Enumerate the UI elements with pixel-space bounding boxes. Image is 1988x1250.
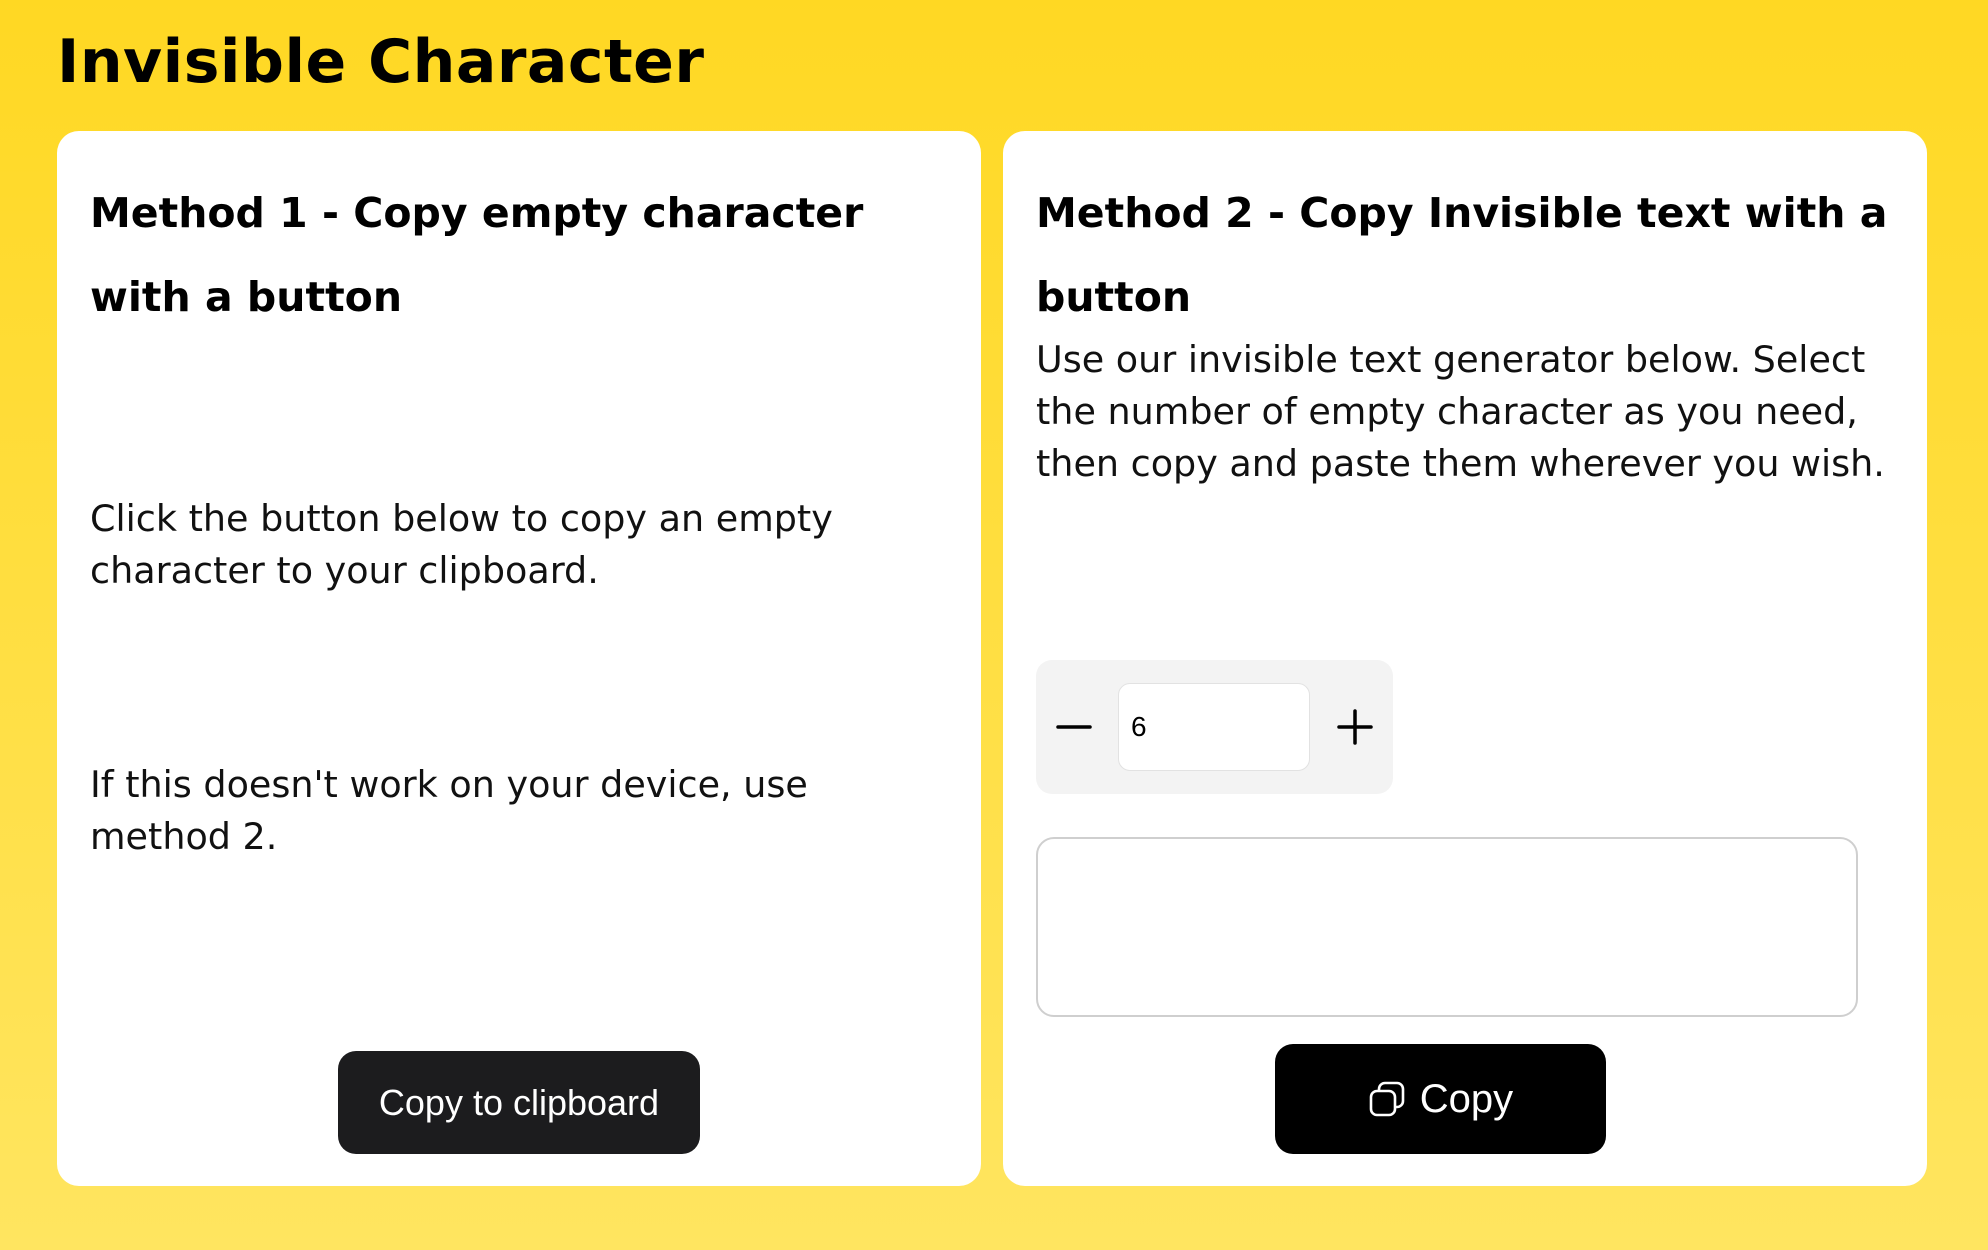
decrement-button[interactable] [1036, 660, 1112, 794]
copy-icon [1368, 1080, 1406, 1118]
increment-button[interactable] [1317, 660, 1393, 794]
method-2-heading: Method 2 - Copy Invisible text with a bu… [1036, 189, 1888, 321]
minus-icon [1036, 725, 1112, 797]
character-count-input[interactable] [1118, 683, 1310, 771]
invisible-text-output[interactable] [1036, 837, 1858, 1017]
copy-button[interactable]: Copy [1275, 1044, 1606, 1154]
plus-icon [1317, 709, 1393, 797]
method-1-fallback-note: If this doesn't work on your device, use… [90, 763, 808, 858]
method-2-card: Method 2 - Copy Invisible text with a bu… [1003, 131, 1927, 1186]
method-1-card: Method 1 - Copy empty character with a b… [57, 131, 981, 1186]
copy-button-label: Copy [1419, 1076, 1514, 1121]
copy-to-clipboard-button[interactable]: Copy to clipboard [338, 1051, 700, 1154]
method-2-description: Use our invisible text generator below. … [1036, 338, 1885, 485]
method-1-instruction: Click the button below to copy an empty … [90, 497, 833, 592]
page-title: Invisible Character [57, 27, 705, 97]
method-1-heading: Method 1 - Copy empty character with a b… [90, 189, 864, 321]
character-count-stepper [1036, 660, 1393, 794]
